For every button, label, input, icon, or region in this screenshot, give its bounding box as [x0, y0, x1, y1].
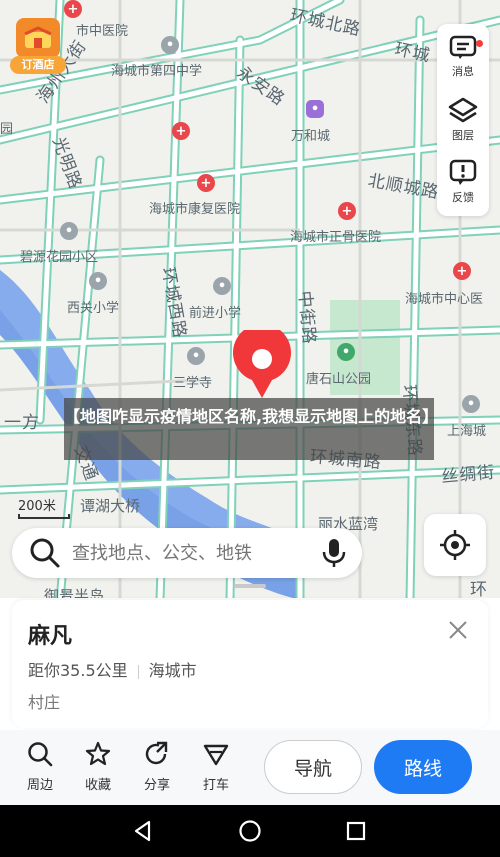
poi-label-tangshishan[interactable]: 唐石山公园 — [306, 368, 371, 387]
feedback-icon — [449, 159, 477, 185]
school-icon: • — [89, 272, 107, 290]
poi-label-biyuan[interactable]: 碧源花园小区 — [20, 246, 98, 265]
locate-me-button[interactable] — [424, 514, 486, 576]
route-button[interactable]: 路线 — [374, 740, 472, 794]
messages-label: 消息 — [452, 65, 474, 78]
place-name: 麻凡 — [28, 624, 73, 649]
search-icon — [30, 538, 60, 568]
home-icon[interactable] — [238, 819, 262, 843]
back-icon[interactable] — [131, 819, 155, 843]
scale-label: 200米 — [18, 499, 56, 514]
layers-button[interactable]: 图层 — [437, 96, 489, 156]
share-icon — [145, 741, 168, 765]
map-tools-panel: 消息 图层 反馈 — [437, 24, 489, 216]
favorite-label: 收藏 — [84, 778, 111, 793]
poi-label-tanhuhe[interactable]: 谭湖大桥 — [80, 495, 140, 516]
microphone-icon[interactable] — [320, 537, 348, 569]
location-pin-icon — [232, 323, 292, 400]
search-bar[interactable] — [12, 528, 362, 578]
road-label-yifang: 一方 — [4, 413, 40, 433]
nearby-button[interactable]: 周边 — [15, 740, 65, 793]
scale-bar — [18, 514, 70, 519]
hotel-label: 订酒店 — [10, 56, 66, 74]
shop-icon: • — [462, 395, 480, 413]
hotel-booking-button[interactable]: 订酒店 — [10, 18, 68, 74]
hospital-icon: + — [64, 0, 82, 18]
school-icon: • — [213, 277, 231, 295]
residence-icon: • — [60, 222, 78, 240]
place-distance: 距你35.5公里 — [28, 661, 128, 680]
poi-label-wanhe[interactable]: 万和城 — [291, 125, 330, 144]
layers-icon — [448, 97, 478, 123]
recent-apps-icon[interactable] — [344, 819, 368, 843]
poi-label-zhongyi[interactable]: 市中医院 — [76, 20, 128, 39]
messages-button[interactable]: 消息 — [437, 34, 489, 94]
place-type: 村庄 — [28, 693, 61, 712]
poi-label-xiguan[interactable]: 西关小学 — [67, 297, 119, 316]
close-icon[interactable] — [446, 618, 470, 642]
star-icon — [85, 741, 111, 766]
feedback-label: 反馈 — [452, 191, 474, 204]
notification-dot — [476, 40, 483, 47]
sheet-drag-handle[interactable] — [234, 584, 266, 588]
temple-icon: • — [187, 347, 205, 365]
map-scale: 200米 — [18, 495, 70, 519]
hospital-icon: + — [453, 262, 471, 280]
poi-label-yuan[interactable]: 园 — [0, 118, 13, 137]
search-nearby-icon — [28, 742, 53, 767]
hotel-icon — [16, 18, 60, 58]
park-icon: • — [337, 343, 355, 361]
poi-label-zhongxin[interactable]: 海城市中心医 — [405, 288, 483, 307]
poi-label-shanghai[interactable]: 上海城 — [447, 420, 486, 439]
meta-divider — [137, 664, 139, 679]
crosshair-icon — [440, 530, 470, 560]
share-button[interactable]: 分享 — [132, 740, 182, 793]
school-icon: • — [161, 36, 179, 54]
taxi-button[interactable]: 打车 — [191, 740, 241, 793]
taxi-label: 打车 — [202, 778, 229, 793]
nearby-label: 周边 — [26, 778, 53, 793]
search-input[interactable] — [72, 542, 312, 564]
poi-label-zhongxue4[interactable]: 海城市第四中学 — [111, 60, 202, 79]
favorite-button[interactable]: 收藏 — [73, 740, 123, 793]
feedback-button[interactable]: 反馈 — [437, 158, 489, 218]
message-icon — [449, 35, 477, 59]
layers-label: 图层 — [452, 129, 474, 142]
road-label-silk: 丝绸街 — [440, 462, 496, 488]
poi-label-qianjin[interactable]: 前进小学 — [189, 302, 241, 321]
caption-overlay: 【地图咋显示疫情地区名称,我想显示地图上的地名】 — [64, 398, 438, 460]
road-label-huan2: 环 — [470, 580, 488, 600]
mall-icon: • — [306, 100, 324, 118]
hospital-icon: + — [172, 122, 190, 140]
place-city: 海城市 — [148, 661, 197, 680]
hospital-icon: + — [338, 202, 356, 220]
poi-label-sanxue[interactable]: 三学寺 — [173, 372, 212, 391]
place-card[interactable]: 麻凡 距你35.5公里 海城市 村庄 — [12, 600, 488, 728]
hospital-icon: + — [197, 174, 215, 192]
system-navigation-bar — [0, 805, 500, 857]
poi-label-zhenggu[interactable]: 海城市正骨医院 — [290, 226, 381, 245]
taxi-icon — [203, 744, 229, 766]
share-label: 分享 — [143, 778, 170, 793]
poi-label-kangfu[interactable]: 海城市康复医院 — [149, 198, 240, 217]
navigate-button[interactable]: 导航 — [264, 740, 362, 794]
road-label-zhongjie: 中街路 — [294, 289, 319, 346]
place-meta: 距你35.5公里 海城市 — [28, 657, 197, 681]
action-bar: 周边 收藏 分享 打车 导航 路线 — [0, 730, 500, 805]
